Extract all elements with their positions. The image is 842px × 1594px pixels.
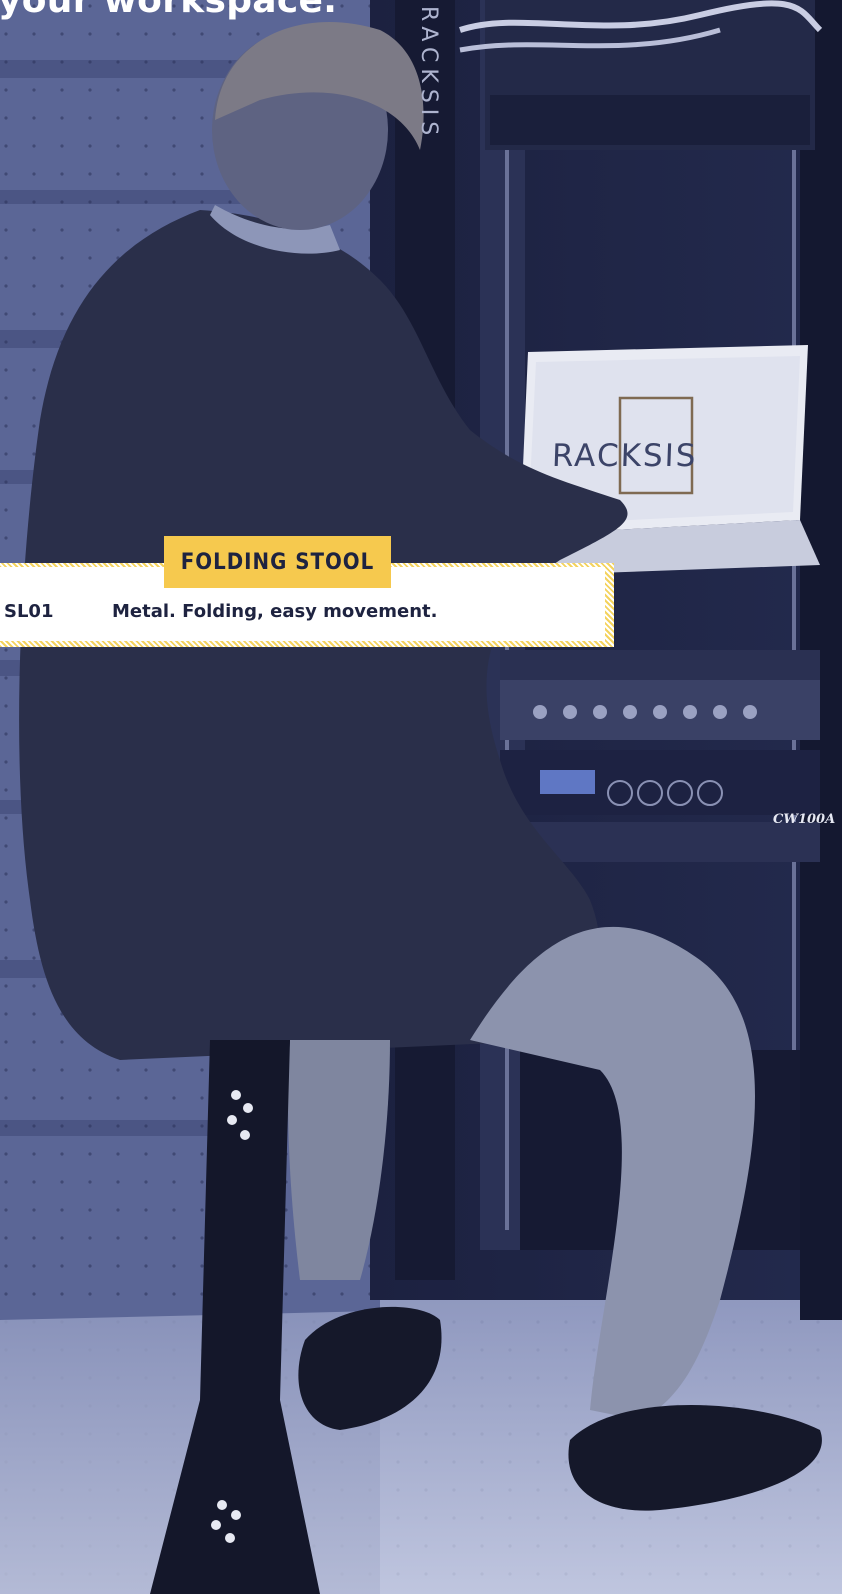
- background-photo: RACKSIS RACKSIS CW100A: [0, 0, 842, 1594]
- laptop-screen-logo: RACKSIS: [551, 438, 699, 474]
- product-code: SL01: [4, 601, 54, 622]
- product-label-card: FOLDING STOOL SL01 Metal. Folding, easy …: [0, 536, 614, 647]
- server-room-illustration: [0, 0, 842, 1594]
- product-description: Metal. Folding, easy movement.: [112, 601, 438, 622]
- headline: your workspace.: [0, 0, 338, 21]
- product-category: FOLDING STOOL: [180, 549, 375, 575]
- product-category-tab: FOLDING STOOL: [164, 536, 391, 588]
- amplifier-model-label: CW100A: [773, 812, 836, 827]
- rack-brand-text: RACKSIS: [416, 6, 441, 142]
